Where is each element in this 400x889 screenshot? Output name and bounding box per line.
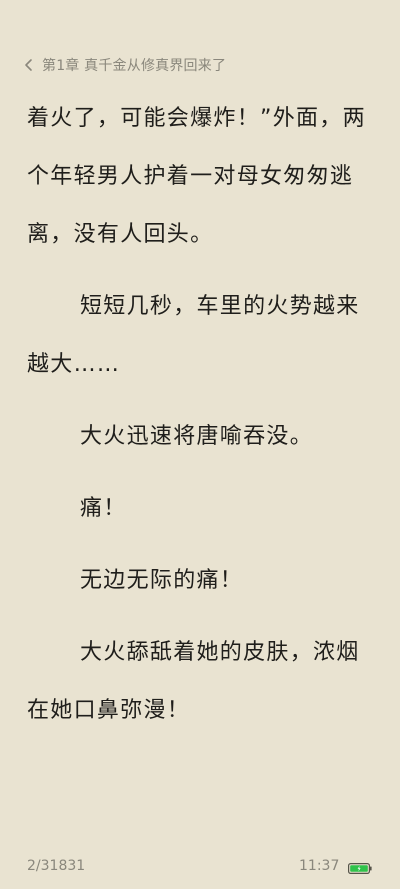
paragraph: 短短几秒，车里的火势越来越大…… [27, 294, 360, 377]
paragraph: 大火舔舐着她的皮肤，浓烟在她口鼻弥漫！ [27, 640, 360, 723]
paragraph: 无边无际的痛！ [80, 568, 244, 593]
reading-content: 着火了，可能会爆炸！”外面，两个年轻男人护着一对母女匆匆逃离，没有人回头。 短短… [27, 90, 377, 740]
paragraph: 着火了，可能会爆炸！”外面，两个年轻男人护着一对母女匆匆逃离，没有人回头。 [27, 106, 366, 247]
page-counter: 2/31831 [27, 858, 86, 874]
chevron-left-icon[interactable] [24, 55, 40, 75]
paragraph: 大火迅速将唐喻吞没。 [80, 424, 314, 449]
clock: 11:37 [299, 858, 340, 874]
chapter-header[interactable]: 第1章 真千金从修真界回来了 [24, 53, 226, 77]
status-footer: 2/31831 11:37 [0, 856, 400, 880]
battery-icon [348, 862, 372, 875]
paragraph: 痛！ [80, 496, 127, 521]
chapter-title[interactable]: 第1章 真千金从修真界回来了 [42, 55, 226, 75]
